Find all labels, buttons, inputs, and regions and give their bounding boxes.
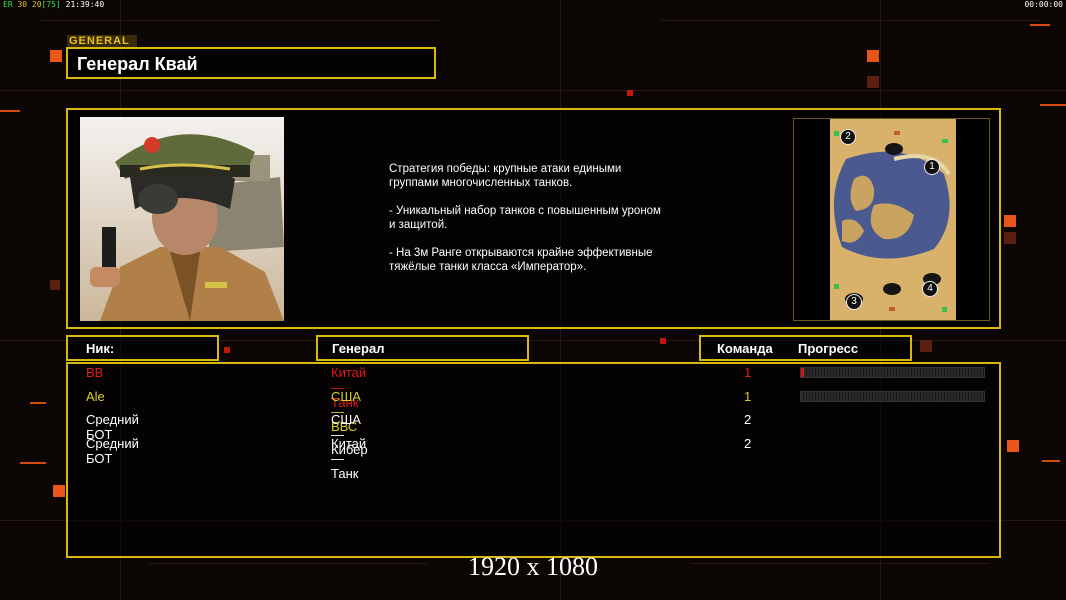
- map-slot-2[interactable]: 2: [840, 129, 856, 145]
- player-nick: BB: [86, 365, 104, 380]
- general-portrait: [80, 117, 284, 321]
- hud-part-3: [75]: [41, 0, 61, 9]
- general-title: Генерал Квай: [77, 54, 198, 74]
- player-nick: Средний БОТ: [86, 436, 139, 466]
- hud-clock: 21:39:40: [60, 0, 105, 9]
- hud-part-2: 20: [31, 0, 42, 9]
- player-team: 2: [744, 412, 752, 427]
- header-progress-label: Прогресс: [798, 341, 859, 356]
- hud-status: ER 30 20[75] 21:39:40: [3, 0, 104, 9]
- header-nick: Ник:: [66, 335, 219, 361]
- player-progress-bar: [800, 391, 985, 402]
- header-team-label: Команда: [717, 341, 773, 356]
- player-team: 1: [744, 389, 752, 404]
- header-team-progress: Команда Прогресс: [699, 335, 912, 361]
- player-general: Китай — Танк: [331, 436, 367, 481]
- player-nick: Ale: [86, 389, 105, 404]
- player-team: 1: [744, 365, 752, 380]
- hud-part-0: ER: [3, 0, 13, 9]
- map-slot-1[interactable]: 1: [924, 159, 940, 175]
- header-nick-label: Ник:: [86, 341, 115, 356]
- minimap-panel[interactable]: 2 1 3 4: [793, 118, 990, 321]
- strategy-description: Стратегия победы: крупные атаки едиными …: [389, 163, 661, 273]
- player-progress-fill: [801, 368, 804, 377]
- header-general-label: Генерал: [332, 341, 385, 356]
- player-progress-bar: [800, 367, 985, 378]
- map-slot-3[interactable]: 3: [846, 294, 862, 310]
- player-team: 2: [744, 436, 752, 451]
- resolution-label: 1920 x 1080: [468, 552, 598, 581]
- map-slot-4[interactable]: 4: [922, 281, 938, 297]
- general-title-panel: Генерал Квай: [66, 47, 436, 79]
- hud-timer: 00:00:00: [1024, 0, 1063, 9]
- header-general: Генерал: [316, 335, 529, 361]
- hud-part-1: 30: [12, 0, 32, 9]
- minimap: [830, 119, 956, 320]
- general-tag: GENERAL: [67, 35, 137, 47]
